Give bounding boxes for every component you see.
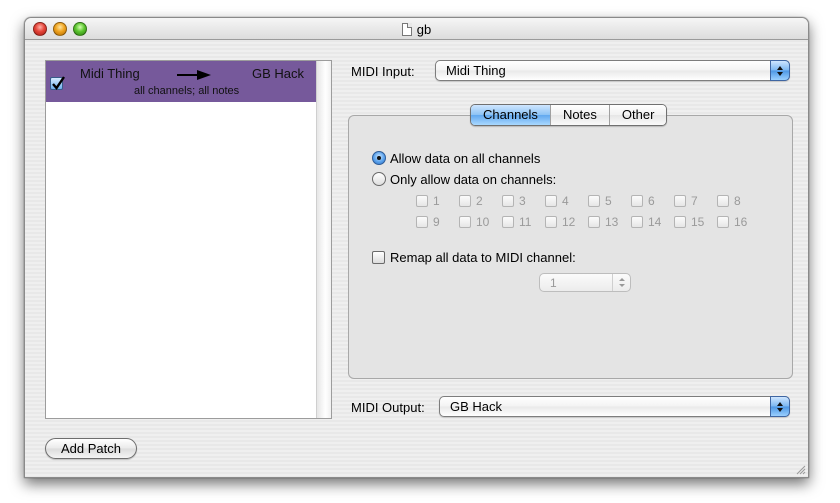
channel-label-8: 8	[734, 194, 741, 208]
popup-arrows-icon	[770, 396, 790, 417]
channel-label-16: 16	[734, 215, 748, 229]
add-patch-button[interactable]: Add Patch	[45, 438, 137, 459]
only-channels-radio[interactable]	[372, 172, 386, 186]
channel-checkbox-12[interactable]	[545, 216, 557, 228]
channel-label-9: 9	[433, 215, 440, 229]
window-title-text: gb	[416, 22, 432, 37]
channel-checkbox-15[interactable]	[674, 216, 686, 228]
channel-checkbox-8[interactable]	[717, 195, 729, 207]
main-window: gb Midi Thing GB Hack all channels; all …	[24, 17, 809, 478]
channel-checkbox-5[interactable]	[588, 195, 600, 207]
channel-label-3: 3	[519, 194, 526, 208]
channel-checkbox-16[interactable]	[717, 216, 729, 228]
patch-enabled-checkbox[interactable]	[50, 76, 65, 90]
channel-checkbox-10[interactable]	[459, 216, 471, 228]
midi-input-label: MIDI Input:	[351, 64, 415, 79]
remap-channel-popup[interactable]: 1	[539, 273, 631, 292]
patch-source: Midi Thing	[80, 66, 140, 81]
channel-label-5: 5	[605, 194, 612, 208]
channel-label-4: 4	[562, 194, 569, 208]
window-title: gb	[25, 22, 808, 37]
midi-input-popup[interactable]: Midi Thing	[435, 60, 790, 81]
channel-checkbox-13[interactable]	[588, 216, 600, 228]
patch-row[interactable]: Midi Thing GB Hack all channels; all not…	[46, 61, 317, 102]
channel-label-2: 2	[476, 194, 483, 208]
resize-grip-icon[interactable]	[794, 463, 806, 475]
tab-bar: Channels Notes Other	[470, 104, 668, 126]
remap-checkbox[interactable]	[372, 251, 385, 264]
document-icon	[401, 23, 412, 36]
right-arrow-icon	[177, 70, 211, 80]
channel-label-12: 12	[562, 215, 576, 229]
channel-checkbox-1[interactable]	[416, 195, 428, 207]
channel-checkbox-11[interactable]	[502, 216, 514, 228]
popup-arrows-icon	[770, 60, 790, 81]
popup-arrows-icon	[612, 274, 630, 291]
channel-label-7: 7	[691, 194, 698, 208]
channel-label-1: 1	[433, 194, 440, 208]
channel-checkbox-3[interactable]	[502, 195, 514, 207]
channel-label-13: 13	[605, 215, 619, 229]
midi-output-value: GB Hack	[450, 399, 503, 414]
channel-checkbox-2[interactable]	[459, 195, 471, 207]
remap-channel-value: 1	[550, 276, 557, 290]
patch-list-scrollbar[interactable]	[316, 61, 331, 418]
patch-summary: all channels; all notes	[134, 85, 240, 97]
checkmark-icon	[52, 76, 65, 90]
channel-checkbox-14[interactable]	[631, 216, 643, 228]
tab-other[interactable]: Other	[608, 105, 667, 125]
patch-destination: GB Hack	[251, 66, 304, 81]
channel-label-15: 15	[691, 215, 705, 229]
allow-all-channels-label: Allow data on all channels	[390, 151, 541, 166]
allow-all-channels-radio[interactable]	[372, 151, 386, 165]
channel-checkbox-6[interactable]	[631, 195, 643, 207]
channel-checkbox-7[interactable]	[674, 195, 686, 207]
channel-label-11: 11	[519, 215, 532, 229]
only-channels-label: Only allow data on channels:	[390, 172, 557, 187]
channel-label-6: 6	[648, 194, 655, 208]
channel-label-10: 10	[476, 215, 490, 229]
title-bar[interactable]: gb	[25, 18, 808, 40]
midi-input-value: Midi Thing	[446, 63, 506, 78]
remap-label: Remap all data to MIDI channel:	[390, 250, 576, 265]
patch-list[interactable]: Midi Thing GB Hack all channels; all not…	[45, 60, 332, 419]
midi-output-popup[interactable]: GB Hack	[439, 396, 790, 417]
channel-checkbox-9[interactable]	[416, 216, 428, 228]
tab-notes[interactable]: Notes	[549, 105, 609, 125]
channel-checkbox-4[interactable]	[545, 195, 557, 207]
midi-output-label: MIDI Output:	[351, 400, 425, 415]
channel-label-14: 14	[648, 215, 662, 229]
tab-channels[interactable]: Channels	[471, 105, 550, 125]
